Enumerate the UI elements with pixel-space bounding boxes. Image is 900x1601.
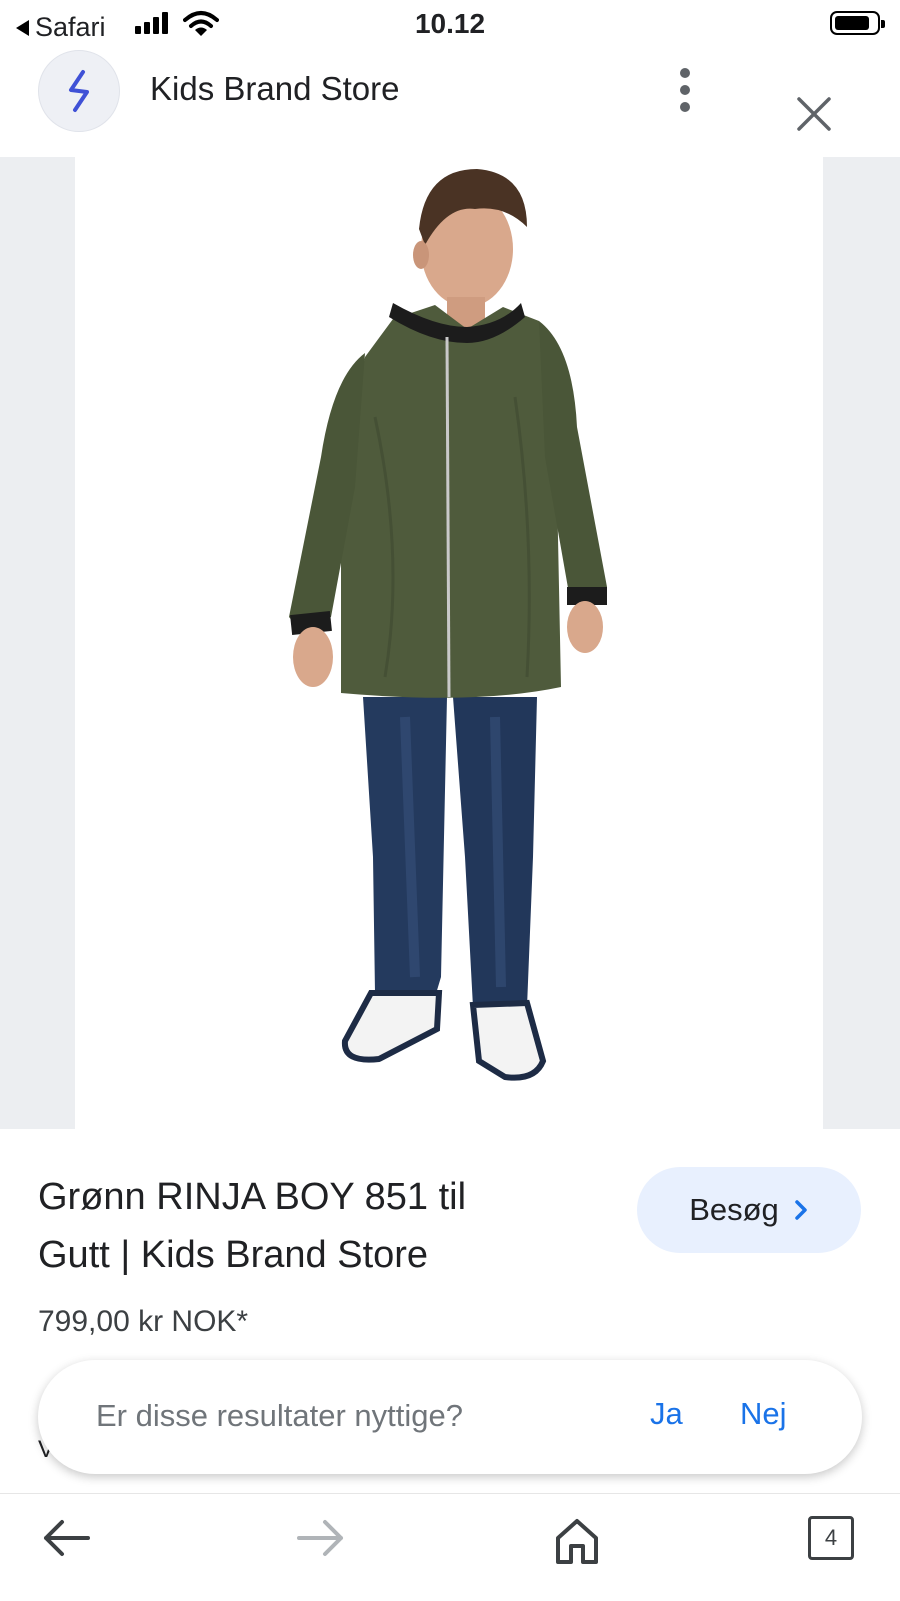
arrow-right-icon[interactable]	[295, 1516, 347, 1560]
site-logo[interactable]	[38, 50, 120, 132]
chevron-right-icon	[795, 1200, 807, 1220]
home-icon[interactable]	[553, 1516, 601, 1566]
arrow-left-icon[interactable]	[40, 1516, 92, 1560]
product-title[interactable]: Grønn RINJA BOY 851 til Gutt | Kids Bran…	[38, 1168, 578, 1284]
visit-button[interactable]: Besøg	[637, 1167, 861, 1253]
tabs-button[interactable]: 4	[808, 1516, 854, 1560]
tabs-count-label: 4	[824, 1525, 838, 1550]
product-price: 799,00 kr NOK*	[38, 1305, 249, 1338]
feedback-yes-button[interactable]: Ja	[650, 1396, 683, 1432]
close-icon[interactable]	[795, 95, 833, 133]
visit-button-label: Besøg	[689, 1192, 779, 1227]
feedback-no-button[interactable]: Nej	[740, 1396, 787, 1432]
site-name[interactable]: Kids Brand Store	[150, 70, 399, 108]
feedback-question: Er disse resultater nyttige?	[96, 1398, 464, 1433]
product-photo	[289, 169, 607, 1081]
lightning-bolt-icon	[69, 70, 89, 112]
bottom-toolbar: 4	[0, 1493, 900, 1601]
product-image[interactable]	[75, 157, 823, 1129]
clock: 10.12	[414, 8, 486, 39]
battery-icon	[830, 11, 885, 35]
site-header: Kids Brand Store	[0, 50, 900, 155]
feedback-prompt: Er disse resultater nyttige? Ja Nej	[38, 1360, 862, 1474]
status-bar: Safari 10.12	[0, 0, 900, 50]
product-title-line1: Grønn RINJA BOY 851 til	[38, 1176, 467, 1218]
product-title-line2: Gutt | Kids Brand Store	[38, 1234, 429, 1276]
more-vert-icon[interactable]	[678, 68, 692, 112]
